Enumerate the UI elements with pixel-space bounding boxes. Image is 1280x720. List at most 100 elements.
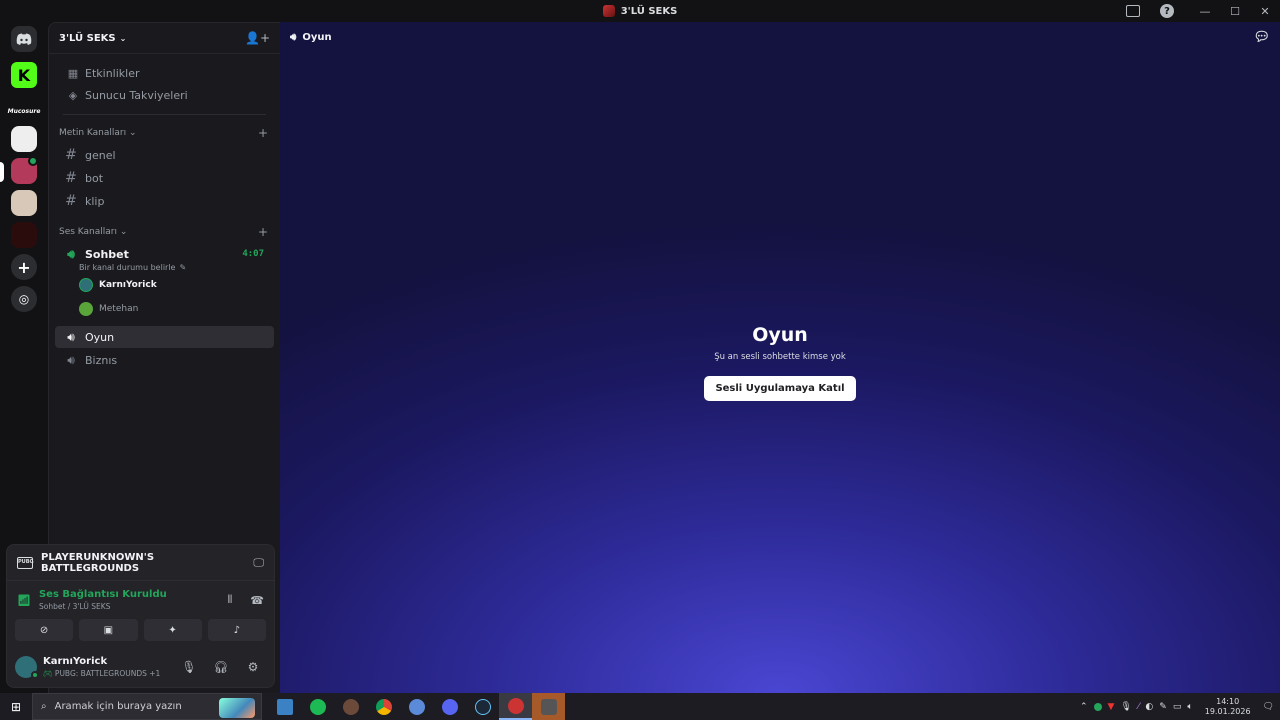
minimize-button[interactable]: — <box>1190 0 1220 22</box>
channel-label: Oyun <box>85 330 115 344</box>
voice-user-name: KarnıYorick <box>99 280 157 290</box>
boost-icon: ◈ <box>68 88 78 102</box>
avatar <box>79 302 93 316</box>
pubg-taskbar-icon[interactable] <box>532 693 565 720</box>
nav-boosts[interactable]: ◈ Sunucu Takviyeleri <box>55 84 274 106</box>
nav-events[interactable]: ▦ Etkinlikler <box>55 62 274 84</box>
signal-icon: 📶︎ <box>17 593 31 607</box>
server-icon[interactable] <box>11 190 37 216</box>
settings-gear-icon[interactable]: ⚙ <box>240 660 266 674</box>
explore-icon[interactable]: ◎ <box>11 286 37 312</box>
category-voice[interactable]: Ses Kanalları ⌄ + <box>49 222 280 242</box>
guild-header[interactable]: 3'LÜ SEKS ⌄ 👤+ <box>49 23 280 54</box>
hash-icon: # <box>65 193 77 209</box>
share-screen-button[interactable]: ▣ <box>79 619 138 641</box>
status-icon[interactable] <box>1093 702 1102 711</box>
chat-icon[interactable]: 💬︎ <box>1253 30 1270 45</box>
invite-icon[interactable]: 👤+ <box>245 31 270 45</box>
user-name[interactable]: KarnıYorick <box>43 656 170 667</box>
nav-events-label: Etkinlikler <box>85 66 140 80</box>
steam-icon[interactable] <box>466 693 499 720</box>
screen-share-icon[interactable]: 🖵︎ <box>253 556 264 570</box>
gamepad-icon: 🎮︎ <box>43 669 53 678</box>
category-label: Metin Kanalları <box>59 128 127 138</box>
help-icon[interactable]: ? <box>1160 4 1174 18</box>
clock[interactable]: 14:10 19.01.2026 <box>1205 697 1251 717</box>
windows-start-icon[interactable]: ⊞ <box>0 693 32 720</box>
camera-off-button[interactable]: ⊘ <box>15 619 74 641</box>
calendar-icon: ▦ <box>67 66 79 80</box>
headphones-icon[interactable]: 🎧︎ <box>208 660 234 674</box>
soundboard-button[interactable]: ♪ <box>207 619 266 641</box>
add-server-icon[interactable]: + <box>11 254 37 280</box>
speaker-icon: 🔊︎ <box>67 246 75 261</box>
guild-name: 3'LÜ SEKS <box>59 32 116 44</box>
channel-klip[interactable]: # klip <box>55 190 274 212</box>
channel-label: Biznıs <box>85 353 118 367</box>
discord-taskbar-icon[interactable] <box>433 693 466 720</box>
chevron-up-icon[interactable]: ⌃ <box>1080 702 1088 712</box>
voice-user[interactable]: KarnıYorick <box>49 274 280 296</box>
game-name: PLAYERUNKNOWN'S BATTLEGROUNDS <box>41 551 155 574</box>
date: 19.01.2026 <box>1204 706 1251 716</box>
spotify-icon[interactable] <box>301 693 334 720</box>
taskbar-search[interactable]: ⌕ Aramak için buraya yazın <box>32 693 262 720</box>
join-voice-button[interactable]: Sesli Uygulamaya Katıl <box>704 376 856 401</box>
server-icon[interactable] <box>11 126 37 152</box>
connection-title[interactable]: Ses Bağlantısı Kuruldu <box>39 589 209 600</box>
app-icon-active[interactable] <box>499 693 532 720</box>
app-icon[interactable] <box>400 693 433 720</box>
inbox-icon[interactable] <box>1126 5 1140 17</box>
microphone-icon[interactable]: 🎙︎ <box>176 660 202 674</box>
voice-badge-icon <box>28 156 38 166</box>
page-title: Oyun <box>752 324 808 346</box>
channel-label: genel <box>85 148 116 162</box>
volume-icon[interactable]: 🔈︎ <box>1187 702 1192 712</box>
speaker-icon: 🔊︎ <box>67 329 75 344</box>
disconnect-icon[interactable]: ☎︎ <box>250 594 264 607</box>
maximize-button[interactable]: ☐ <box>1220 0 1250 22</box>
window-title: 3'LÜ SEKS <box>620 5 678 17</box>
network-icon[interactable]: ▭ <box>1173 702 1182 712</box>
empty-subtitle: Şu an sesli sohbette kimse yok <box>714 352 846 362</box>
noise-suppression-icon[interactable]: ⦀ <box>227 593 232 607</box>
search-placeholder: Aramak için buraya yazın <box>54 701 182 712</box>
kick-server-icon[interactable]: K <box>11 62 37 88</box>
file-explorer-icon[interactable] <box>268 693 301 720</box>
hash-icon: # <box>65 170 77 186</box>
voice-stage: 🔊︎ Oyun 💬︎ Oyun Şu an sesli sohbette kim… <box>280 22 1280 693</box>
search-icon: ⌕ <box>41 701 47 712</box>
title-bar: 3'LÜ SEKS ? — ☐ ✕ <box>0 0 1280 22</box>
antivirus-icon[interactable]: ▼ <box>1108 702 1115 712</box>
chrome-icon[interactable] <box>367 693 400 720</box>
channel-genel[interactable]: # genel <box>55 144 274 166</box>
discord-home-icon[interactable] <box>11 26 37 52</box>
server-text-logo[interactable]: Mucosure <box>8 98 41 124</box>
time: 14:10 <box>1216 696 1240 706</box>
category-text[interactable]: Metin Kanalları ⌄ + <box>49 123 280 143</box>
speaker-icon: 🔊︎ <box>67 352 75 367</box>
voice-channel-biznis[interactable]: 🔊︎ Biznıs <box>55 349 274 371</box>
notification-icon[interactable]: 🗨︎ <box>1263 702 1274 712</box>
add-channel-icon[interactable]: + <box>258 126 268 140</box>
add-channel-icon[interactable]: + <box>258 225 268 239</box>
microphone-icon[interactable]: 🎙︎ <box>1120 702 1131 712</box>
activities-button[interactable]: ✦ <box>143 619 202 641</box>
voice-connection: 📶︎ Ses Bağlantısı Kuruldu Sohbet / 3'LÜ … <box>7 581 274 619</box>
voice-user[interactable]: Metehan <box>49 298 280 320</box>
channel-status[interactable]: Bir kanal durumu belirle ✎ <box>49 263 280 272</box>
pencil-icon: ✎ <box>179 263 187 272</box>
avatar[interactable] <box>15 656 39 679</box>
channel-bot[interactable]: # bot <box>55 167 274 189</box>
voice-channel-sohbet[interactable]: 🔊︎ Sohbet 4:07 <box>55 243 274 265</box>
close-button[interactable]: ✕ <box>1250 0 1280 22</box>
app-tray-icon[interactable]: ⁄ <box>1138 702 1140 712</box>
channel-label: klip <box>85 194 105 208</box>
steam-tray-icon[interactable]: ◐ <box>1145 702 1153 712</box>
app-icon[interactable] <box>334 693 367 720</box>
pen-icon[interactable]: ✎ <box>1159 702 1167 712</box>
connection-sub[interactable]: Sohbet / 3'LÜ SEKS <box>39 602 209 611</box>
voice-channel-oyun[interactable]: 🔊︎ Oyun <box>55 326 274 348</box>
server-icon[interactable] <box>11 222 37 248</box>
channel-label: Sohbet <box>85 247 129 261</box>
